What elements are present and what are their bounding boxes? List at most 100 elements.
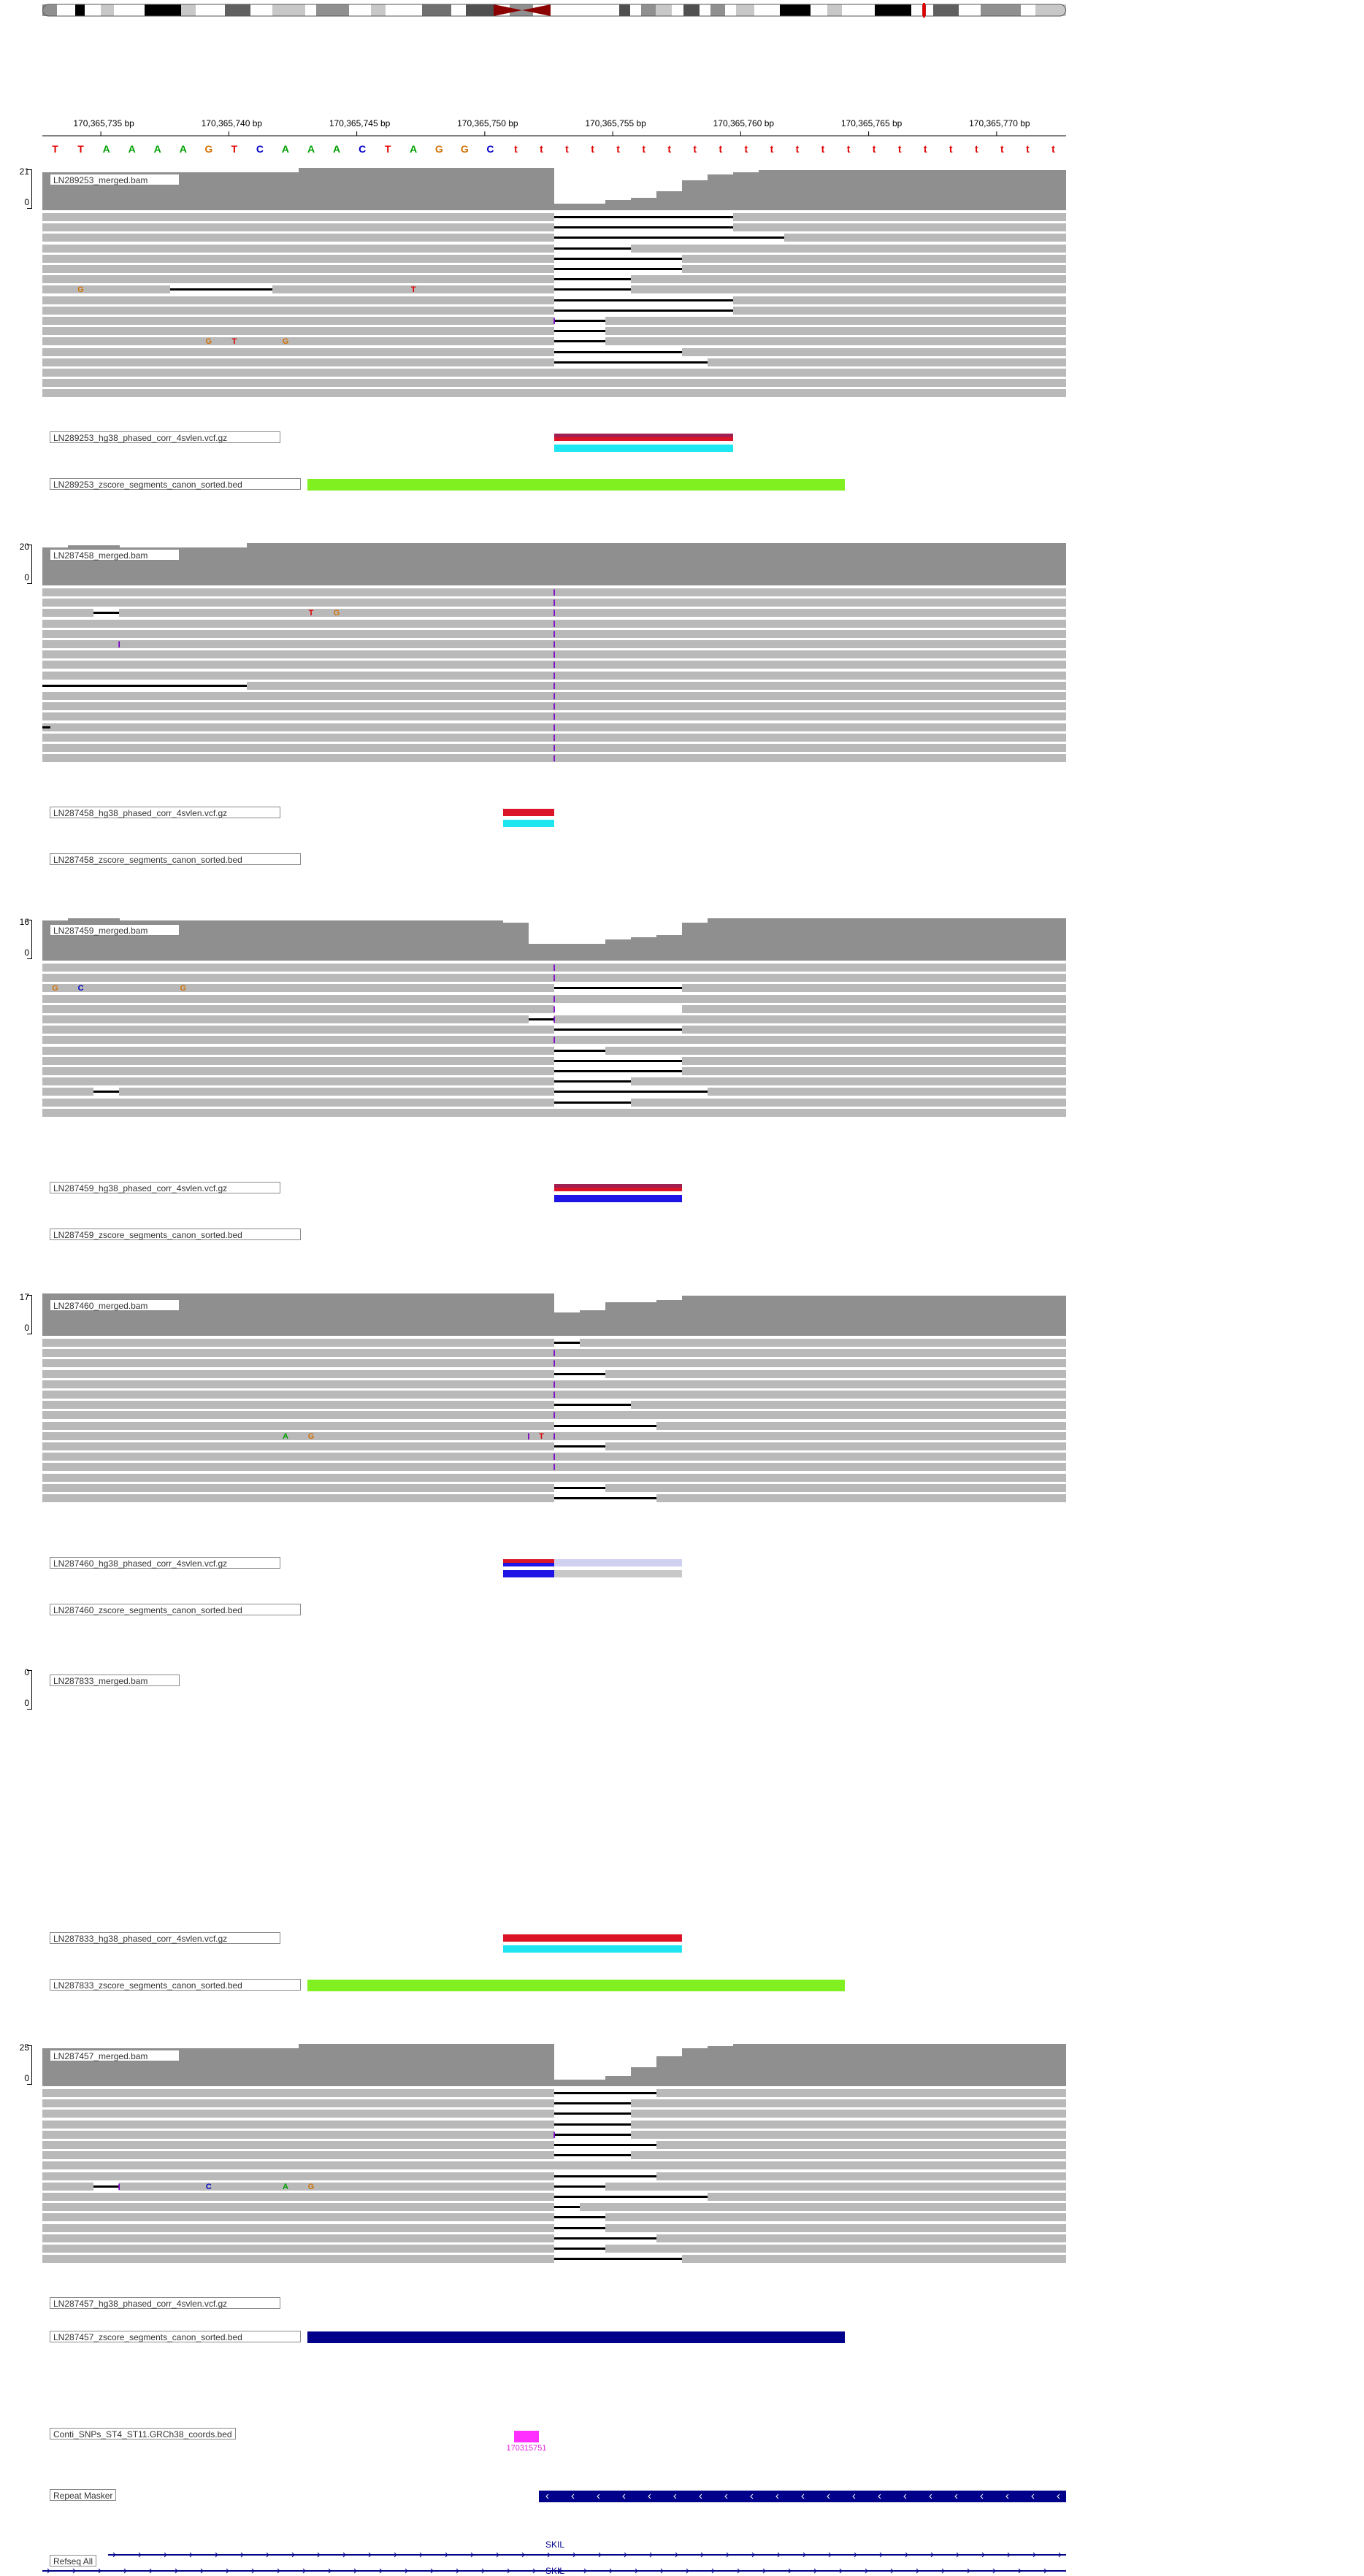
- alignment-reads[interactable]: IIIIIIIIIAGT: [42, 1339, 1066, 1504]
- variant-feature[interactable]: [554, 1188, 683, 1191]
- variant-feature[interactable]: [502, 809, 554, 816]
- bam-track-label[interactable]: LN287833_merged.bam: [50, 1675, 180, 1686]
- repeat-masker-label[interactable]: Repeat Masker: [50, 2489, 117, 2501]
- deletion-line: [554, 2123, 632, 2126]
- variant-feature[interactable]: [502, 1570, 554, 1577]
- cnv-segment-feature[interactable]: [307, 1980, 845, 1991]
- reference-base: t: [667, 143, 672, 155]
- chromosome-ideogram[interactable]: [42, 3, 1066, 19]
- bed-track-label[interactable]: LN287833_zscore_segments_canon_sorted.be…: [50, 1979, 301, 1991]
- ideogram-band: [656, 4, 672, 16]
- read-row[interactable]: [42, 2161, 1066, 2170]
- coverage-bar: [605, 939, 632, 961]
- read-row[interactable]: [42, 389, 1066, 398]
- coverage-bar: [323, 1293, 350, 1336]
- coverage-bar: [247, 543, 273, 585]
- reference-base: t: [897, 143, 902, 155]
- coverage-bar: [938, 543, 965, 585]
- snps-track-label[interactable]: Conti_SNPs_ST4_ST11.GRCh38_coords.bed: [50, 2428, 236, 2439]
- cnv-segment-feature[interactable]: [307, 479, 845, 491]
- alignment-reads[interactable]: IIIIIIIIIIIIIIIIIITG: [42, 588, 1066, 764]
- coverage-track[interactable]: [42, 166, 1067, 210]
- bam-track-label[interactable]: LN289253_merged.bam: [50, 174, 180, 185]
- insertion-marker-icon: I: [553, 608, 556, 619]
- cnv-segment-feature[interactable]: [307, 2331, 845, 2343]
- bed-track-label[interactable]: LN287458_zscore_segments_canon_sorted.be…: [50, 853, 301, 865]
- ideogram-band: [1035, 4, 1066, 16]
- deletion-line: [554, 2144, 657, 2146]
- ideogram-band: [842, 4, 875, 16]
- coverage-bar: [247, 2048, 273, 2086]
- variant-feature[interactable]: [554, 445, 734, 452]
- vcf-track-label[interactable]: LN287833_hg38_phased_corr_4svlen.vcf.gz: [50, 1932, 280, 1944]
- bed-track-label[interactable]: LN287457_zscore_segments_canon_sorted.be…: [50, 2331, 301, 2342]
- vcf-track-label[interactable]: LN287458_hg38_phased_corr_4svlen.vcf.gz: [50, 807, 280, 818]
- coverage-bar: [580, 204, 606, 210]
- coverage-bar: [656, 191, 683, 210]
- variant-feature-tail[interactable]: [554, 1559, 683, 1566]
- variant-feature[interactable]: [554, 1195, 683, 1202]
- mismatch-base: T: [231, 337, 237, 347]
- reference-base: t: [1026, 143, 1030, 155]
- variant-feature[interactable]: [502, 1934, 683, 1942]
- read-row[interactable]: [42, 1473, 1066, 1482]
- gene-label-skil[interactable]: SKIL: [545, 2540, 564, 2550]
- coverage-track[interactable]: [42, 1292, 1067, 1336]
- deletion-line: [554, 2258, 683, 2261]
- deletion-gap: [554, 1004, 683, 1013]
- bed-track-label[interactable]: LN289253_zscore_segments_canon_sorted.be…: [50, 478, 301, 490]
- coverage-track[interactable]: [42, 542, 1067, 585]
- coverage-bar: [912, 1295, 939, 1336]
- deletion-line: [528, 1018, 554, 1020]
- bam-track-label[interactable]: LN287459_merged.bam: [50, 924, 180, 936]
- gene-label-skil-2[interactable]: SKIL: [545, 2566, 564, 2576]
- reference-base: t: [540, 143, 543, 155]
- coverage-bar: [502, 2044, 529, 2086]
- coverage-track[interactable]: [42, 1667, 1066, 1711]
- repeat-masker-feature[interactable]: [539, 2491, 1066, 2502]
- bam-track-label[interactable]: LN287458_merged.bam: [50, 549, 180, 561]
- bed-track-label[interactable]: LN287460_zscore_segments_canon_sorted.be…: [50, 1604, 301, 1615]
- ideogram-band: [926, 4, 933, 16]
- read-row[interactable]: [42, 1108, 1066, 1117]
- vcf-track-label[interactable]: LN287460_hg38_phased_corr_4svlen.vcf.gz: [50, 1557, 280, 1569]
- variant-feature[interactable]: [502, 1945, 683, 1953]
- reference-base: A: [102, 143, 110, 155]
- reference-base: t: [719, 143, 723, 155]
- deletion-line: [554, 1101, 632, 1104]
- reference-base: t: [846, 143, 851, 155]
- read-row[interactable]: [42, 379, 1066, 388]
- snp-feature[interactable]: [514, 2431, 539, 2442]
- deletion-line: [554, 1049, 606, 1052]
- coverage-bar: [989, 169, 1016, 210]
- coverage-bar: [196, 920, 222, 961]
- reference-base: t: [821, 143, 825, 155]
- coverage-bar: [886, 2044, 913, 2086]
- variant-feature-tail[interactable]: [554, 1570, 683, 1577]
- coverage-track[interactable]: [42, 2042, 1067, 2086]
- coverage-bar: [631, 1302, 657, 1336]
- coverage-track[interactable]: [42, 917, 1067, 961]
- coverage-bar: [963, 543, 990, 585]
- alignment-reads[interactable]: I I C A G: [42, 2089, 1066, 2265]
- coverage-bar: [963, 2044, 990, 2086]
- variant-feature[interactable]: [502, 1563, 554, 1566]
- variant-feature[interactable]: [502, 820, 554, 827]
- bam-track-label[interactable]: LN287457_merged.bam: [50, 2050, 180, 2061]
- variant-feature[interactable]: [554, 437, 734, 441]
- vcf-track-label[interactable]: LN289253_hg38_phased_corr_4svlen.vcf.gz: [50, 431, 280, 443]
- coverage-bar: [1040, 1295, 1067, 1336]
- vcf-track-label[interactable]: LN287457_hg38_phased_corr_4svlen.vcf.gz: [50, 2297, 280, 2309]
- ideogram-band: [181, 4, 196, 16]
- deletion-line: [554, 2175, 657, 2177]
- read-row[interactable]: [42, 369, 1066, 377]
- insertion-marker-icon: I: [553, 993, 556, 1004]
- bed-track-label[interactable]: LN287459_zscore_segments_canon_sorted.be…: [50, 1229, 301, 1240]
- reference-base: A: [281, 143, 290, 155]
- alignment-reads[interactable]: IIIIIIGCG: [42, 964, 1066, 1119]
- bam-track-label[interactable]: LN287460_merged.bam: [50, 1299, 180, 1311]
- deletion-line: [554, 2102, 632, 2105]
- alignment-reads[interactable]: I G T G T G: [42, 213, 1066, 400]
- ruler-position-label: 170,365,770 bp: [969, 118, 1030, 128]
- vcf-track-label[interactable]: LN287459_hg38_phased_corr_4svlen.vcf.gz: [50, 1182, 280, 1193]
